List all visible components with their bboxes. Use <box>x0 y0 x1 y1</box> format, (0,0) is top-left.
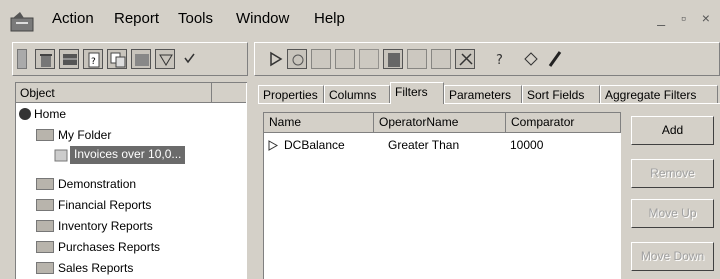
menu-window[interactable]: Window <box>236 10 289 27</box>
move-up-button[interactable]: Move Up <box>631 199 714 228</box>
toolbar-grip <box>17 49 27 69</box>
tab-aggregate-filters[interactable]: Aggregate Filters <box>600 85 718 104</box>
selected-report-label: Invoices over 10,0... <box>70 146 186 164</box>
filter-icon[interactable] <box>155 49 175 69</box>
delete-icon[interactable] <box>35 49 55 69</box>
cell-operator: Greater Than <box>388 138 460 152</box>
tree-label: Sales Reports <box>58 261 134 275</box>
object-header-label: Object <box>20 86 55 100</box>
folder-icon <box>36 129 54 141</box>
object-column-header[interactable]: Object <box>16 83 246 103</box>
dropdown-arrow-icon[interactable] <box>179 49 199 69</box>
header-divider <box>211 83 212 102</box>
move-down-button[interactable]: Move Down <box>631 242 714 271</box>
help-icon[interactable]: ? <box>491 49 511 69</box>
tree-item-report[interactable]: Invoices over 10,0... <box>54 146 234 166</box>
table-row[interactable]: DCBalance Greater Than 10000 <box>264 135 620 155</box>
tab-columns[interactable]: Columns <box>324 85 390 104</box>
tree-label: Demonstration <box>58 177 137 191</box>
tree-label: Purchases Reports <box>58 240 161 254</box>
object-tree-panel: Object Home My Folder Invoices over 10,0… <box>15 82 247 279</box>
tab-sort-fields[interactable]: Sort Fields <box>522 85 600 104</box>
app-icon <box>10 12 34 32</box>
run-icon[interactable] <box>265 49 285 69</box>
svg-text:?: ? <box>496 53 503 68</box>
tree-label: Home <box>34 107 67 121</box>
menu-help[interactable]: Help <box>314 10 345 27</box>
cell-name: DCBalance <box>284 138 345 152</box>
tool-icon[interactable] <box>521 49 541 69</box>
play-arrow-icon <box>268 140 278 151</box>
copy-icon[interactable] <box>107 49 127 69</box>
menu-report[interactable]: Report <box>114 10 159 27</box>
remove-button[interactable]: Remove <box>631 159 714 188</box>
preview-icon[interactable] <box>287 49 307 69</box>
table-icon[interactable] <box>131 49 151 69</box>
menu-bar: Action Report Tools Window Help _ ▫ × <box>0 0 720 38</box>
menu-tools[interactable]: Tools <box>178 10 213 27</box>
tab-properties[interactable]: Properties <box>258 85 324 104</box>
page-icon[interactable] <box>407 49 427 69</box>
export-icon[interactable] <box>311 49 331 69</box>
window-controls[interactable]: _ ▫ × <box>657 10 716 26</box>
report-icon <box>54 149 68 162</box>
column-header-name[interactable]: Name <box>264 113 374 133</box>
column-header-operator[interactable]: OperatorName <box>374 113 506 133</box>
folder-icon <box>36 220 54 232</box>
tab-filters[interactable]: Filters <box>390 82 444 104</box>
settings-icon[interactable] <box>455 49 475 69</box>
folder-icon <box>36 241 54 253</box>
edit-icon[interactable] <box>359 49 379 69</box>
filters-list[interactable]: Name OperatorName Comparator DCBalance G… <box>263 112 621 279</box>
menu-action[interactable]: Action <box>52 10 94 27</box>
folder-icon <box>36 199 54 211</box>
column-header-comparator[interactable]: Comparator <box>506 113 621 133</box>
properties-icon[interactable]: ? <box>83 49 103 69</box>
folder-icon <box>36 178 54 190</box>
home-icon <box>19 108 31 120</box>
svg-text:?: ? <box>91 57 96 67</box>
toolbar-left: ? <box>12 42 248 76</box>
tree-label: My Folder <box>58 128 112 142</box>
folder-icon <box>36 262 54 274</box>
toolbar-right: ? <box>254 42 720 76</box>
tree-label: Financial Reports <box>58 198 152 212</box>
add-button[interactable]: Add <box>631 116 714 145</box>
tree-label: Inventory Reports <box>58 219 153 233</box>
pen-icon[interactable] <box>545 49 565 69</box>
save-icon[interactable] <box>335 49 355 69</box>
grid-icon[interactable] <box>59 49 79 69</box>
tab-strip: Properties Columns Filters Parameters So… <box>258 82 720 104</box>
layout-icon[interactable] <box>431 49 451 69</box>
tab-parameters[interactable]: Parameters <box>444 85 522 104</box>
print-icon[interactable] <box>383 49 403 69</box>
cell-comparator: 10000 <box>510 138 544 152</box>
